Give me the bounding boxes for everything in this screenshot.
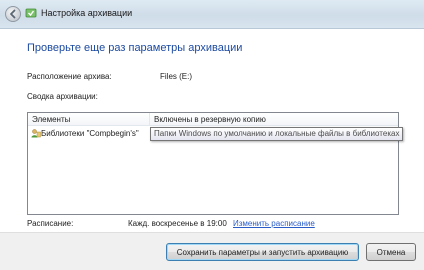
backup-summary-label: Сводка архивации: bbox=[27, 92, 98, 101]
save-and-run-button[interactable]: Сохранить параметры и запустить архиваци… bbox=[166, 243, 359, 261]
list-header: Элементы Включены в резервную копию bbox=[28, 113, 398, 126]
page-title: Проверьте еще раз параметры архивации bbox=[27, 42, 243, 54]
backup-app-icon bbox=[25, 8, 37, 18]
back-button[interactable] bbox=[5, 6, 21, 22]
change-schedule-link[interactable]: Изменить расписание bbox=[233, 219, 315, 228]
dialog-footer: Сохранить параметры и запустить архиваци… bbox=[0, 232, 424, 270]
cancel-button[interactable]: Отмена bbox=[366, 243, 416, 261]
window-title: Настройка архивации bbox=[41, 8, 133, 18]
backup-location-label: Расположение архива: bbox=[27, 72, 112, 81]
schedule-value: Кажд. воскресенье в 19:00 bbox=[128, 219, 227, 228]
title-bar: Настройка архивации bbox=[0, 0, 424, 28]
back-arrow-icon bbox=[10, 9, 16, 19]
included-tooltip: Папки Windows по умолчанию и локальные ф… bbox=[150, 127, 404, 141]
schedule-label: Расписание: bbox=[27, 219, 74, 228]
column-header-items[interactable]: Элементы bbox=[32, 115, 70, 124]
column-separator[interactable] bbox=[149, 113, 150, 125]
library-item-label: Библиотеки "Compbegin's" bbox=[41, 129, 139, 138]
user-library-icon bbox=[31, 129, 41, 138]
column-header-included[interactable]: Включены в резервную копию bbox=[154, 115, 266, 124]
dialog-content: Проверьте еще раз параметры архивации Ра… bbox=[0, 28, 424, 232]
backup-location-value: Files (E:) bbox=[160, 72, 192, 81]
